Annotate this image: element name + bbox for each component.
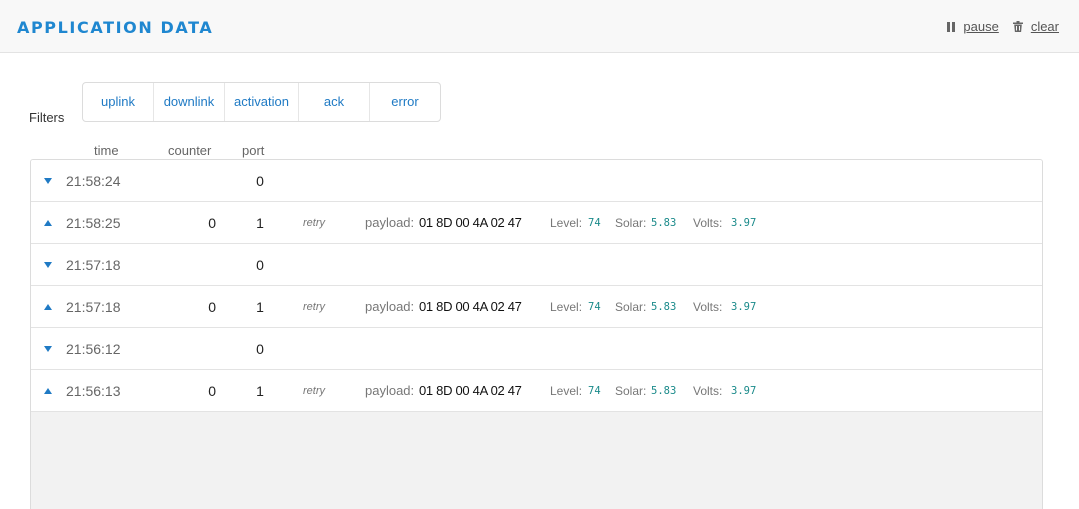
row-time: 21:57:18 <box>66 299 121 315</box>
header-actions: pause clear <box>933 19 1059 34</box>
table-row[interactable]: 21:57:18 0 1 retry payload: 01 8D 00 4A … <box>31 286 1042 328</box>
caret-down-icon[interactable] <box>44 346 52 352</box>
retry-tag: retry <box>303 217 325 229</box>
volts-value: 3.97 <box>731 301 757 313</box>
row-counter: 0 <box>208 299 216 315</box>
level-value: 74 <box>588 217 601 229</box>
solar-value: 5.83 <box>651 301 677 313</box>
table-row[interactable]: 21:58:25 0 1 retry payload: 01 8D 00 4A … <box>31 202 1042 244</box>
level-value: 74 <box>588 301 601 313</box>
solar-value: 5.83 <box>651 385 677 397</box>
panel-header: APPLICATION DATA pause clear <box>0 0 1079 53</box>
level-label: Level: <box>550 216 583 230</box>
payload-value: 01 8D 00 4A 02 47 <box>419 299 522 314</box>
row-time: 21:56:13 <box>66 383 121 399</box>
payload-value: 01 8D 00 4A 02 47 <box>419 383 522 398</box>
volts-value: 3.97 <box>731 217 757 229</box>
filter-bar: uplink downlink activation ack error <box>82 82 441 122</box>
solar-label: Solar: <box>615 216 647 230</box>
row-port: 0 <box>256 341 264 357</box>
clear-button[interactable]: clear <box>1012 19 1059 34</box>
payload-label: payload: <box>365 383 415 398</box>
solar-label: Solar: <box>615 384 647 398</box>
pause-icon <box>947 21 956 32</box>
filters-label: Filters <box>29 110 65 125</box>
table-row[interactable]: 21:58:24 0 <box>31 160 1042 202</box>
volts-label: Volts: <box>693 300 723 314</box>
volts-label: Volts: <box>693 216 723 230</box>
caret-up-icon[interactable] <box>44 220 52 226</box>
table-row[interactable]: 21:56:12 0 <box>31 328 1042 370</box>
pause-label: pause <box>963 19 999 34</box>
level-label: Level: <box>550 384 583 398</box>
payload-label: payload: <box>365 299 415 314</box>
column-header-port: port <box>242 143 265 158</box>
filter-uplink[interactable]: uplink <box>83 83 154 121</box>
level-value: 74 <box>588 385 601 397</box>
solar-label: Solar: <box>615 300 647 314</box>
solar-value: 5.83 <box>651 217 677 229</box>
caret-down-icon[interactable] <box>44 178 52 184</box>
filter-error[interactable]: error <box>370 83 440 121</box>
filter-downlink[interactable]: downlink <box>154 83 225 121</box>
caret-up-icon[interactable] <box>44 304 52 310</box>
payload-label: payload: <box>365 215 415 230</box>
filter-activation[interactable]: activation <box>225 83 299 121</box>
pause-button[interactable]: pause <box>947 19 999 34</box>
row-port: 0 <box>256 257 264 273</box>
row-time: 21:58:25 <box>66 215 121 231</box>
column-header-counter: counter <box>168 143 212 158</box>
page-title: APPLICATION DATA <box>17 18 214 37</box>
retry-tag: retry <box>303 385 325 397</box>
table-row[interactable]: 21:57:18 0 <box>31 244 1042 286</box>
row-counter: 0 <box>208 215 216 231</box>
messages-table: 21:58:24 0 21:58:25 0 1 retry payload: 0… <box>30 159 1043 509</box>
row-port: 1 <box>256 215 264 231</box>
table-row[interactable]: 21:56:13 0 1 retry payload: 01 8D 00 4A … <box>31 370 1042 412</box>
row-port: 1 <box>256 383 264 399</box>
row-time: 21:58:24 <box>66 173 121 189</box>
caret-up-icon[interactable] <box>44 388 52 394</box>
row-counter: 0 <box>208 383 216 399</box>
row-port: 1 <box>256 299 264 315</box>
row-port: 0 <box>256 173 264 189</box>
trash-icon <box>1012 21 1023 32</box>
retry-tag: retry <box>303 301 325 313</box>
payload-value: 01 8D 00 4A 02 47 <box>419 215 522 230</box>
filter-ack[interactable]: ack <box>299 83 370 121</box>
row-time: 21:57:18 <box>66 257 121 273</box>
level-label: Level: <box>550 300 583 314</box>
column-header-time: time <box>94 143 119 158</box>
caret-down-icon[interactable] <box>44 262 52 268</box>
clear-label: clear <box>1030 19 1059 34</box>
row-time: 21:56:12 <box>66 341 121 357</box>
volts-value: 3.97 <box>731 385 757 397</box>
volts-label: Volts: <box>693 384 723 398</box>
